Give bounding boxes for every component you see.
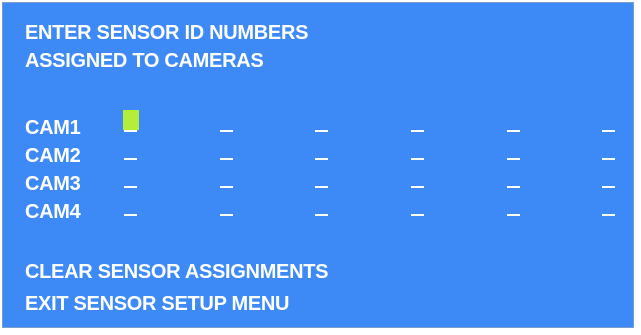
screen-title: ENTER SENSOR ID NUMBERS ASSIGNED TO CAME… <box>25 19 308 75</box>
cam3-sensor-slot-6[interactable] <box>602 170 616 198</box>
title-line-1: ENTER SENSOR ID NUMBERS <box>25 22 309 44</box>
cam1-sensor-slot-5[interactable] <box>507 114 521 142</box>
cam4-row: CAM4 <box>25 198 625 226</box>
cam3-row: CAM3 <box>25 170 625 198</box>
cam1-sensor-slot-3[interactable] <box>315 114 329 142</box>
cam3-sensor-slot-1[interactable] <box>124 170 138 198</box>
exit-sensor-setup-menu-item[interactable]: EXIT SENSOR SETUP MENU <box>25 290 290 318</box>
cam3-sensor-slot-3[interactable] <box>315 170 329 198</box>
cam4-sensor-slot-4[interactable] <box>411 198 425 226</box>
cam2-sensor-slot-1[interactable] <box>124 142 138 170</box>
input-cursor <box>123 110 139 130</box>
cam3-sensor-slot-2[interactable] <box>220 170 234 198</box>
cam2-sensor-slot-4[interactable] <box>411 142 425 170</box>
clear-sensor-assignments-item[interactable]: CLEAR SENSOR ASSIGNMENTS <box>25 258 329 286</box>
cam2-sensor-slot-2[interactable] <box>220 142 234 170</box>
cam1-sensor-slot-4[interactable] <box>411 114 425 142</box>
cam4-sensor-slot-5[interactable] <box>507 198 521 226</box>
cam2-sensor-slot-3[interactable] <box>315 142 329 170</box>
sensor-setup-screen: ENTER SENSOR ID NUMBERS ASSIGNED TO CAME… <box>2 2 634 328</box>
cam4-sensor-slot-6[interactable] <box>602 198 616 226</box>
cam3-label: CAM3 <box>25 173 81 195</box>
cam2-sensor-slot-6[interactable] <box>602 142 616 170</box>
title-line-2: ASSIGNED TO CAMERAS <box>25 50 264 72</box>
cam1-sensor-slot-2[interactable] <box>220 114 234 142</box>
cam1-sensor-slot-6[interactable] <box>602 114 616 142</box>
cam4-sensor-slot-1[interactable] <box>124 198 138 226</box>
cam4-sensor-slot-2[interactable] <box>220 198 234 226</box>
cam3-sensor-slot-4[interactable] <box>411 170 425 198</box>
cam1-row: CAM1 <box>25 110 625 142</box>
cam1-sensor-slot-1[interactable] <box>123 110 139 142</box>
cam4-label: CAM4 <box>25 201 81 223</box>
cam2-label: CAM2 <box>25 145 81 167</box>
cam1-label: CAM1 <box>25 117 81 139</box>
cam2-row: CAM2 <box>25 142 625 170</box>
cam3-sensor-slot-5[interactable] <box>507 170 521 198</box>
cam2-sensor-slot-5[interactable] <box>507 142 521 170</box>
cam4-sensor-slot-3[interactable] <box>315 198 329 226</box>
